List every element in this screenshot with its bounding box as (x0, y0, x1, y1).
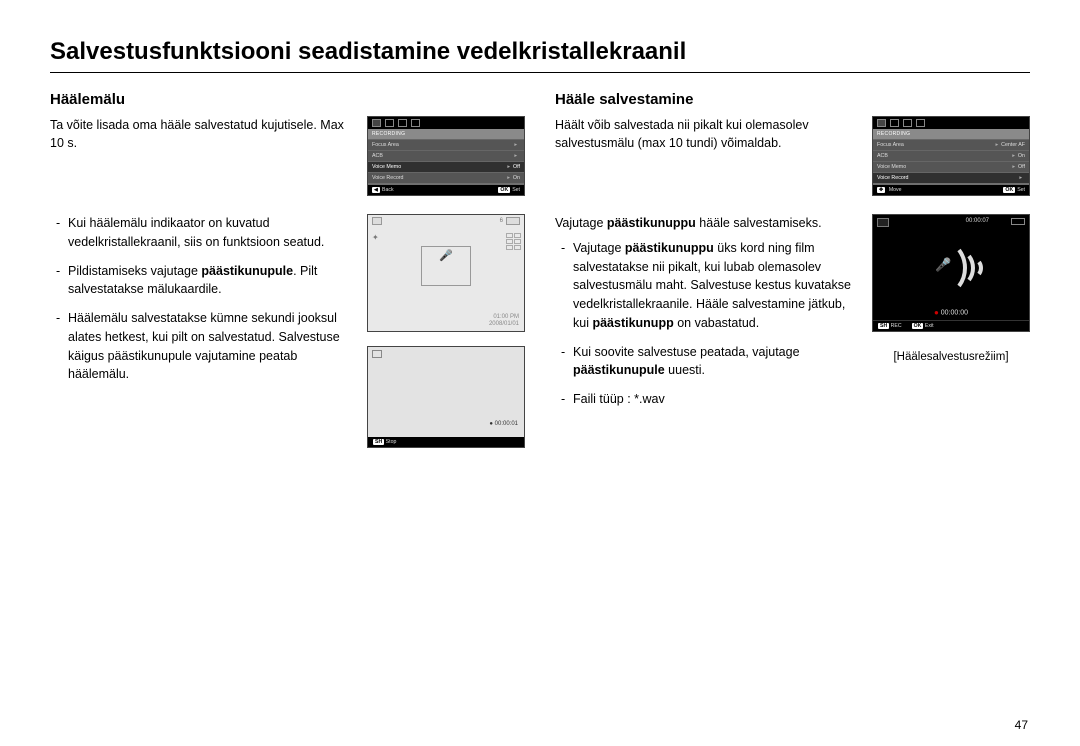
settings-icon (916, 119, 925, 127)
bullet-item: - Kui soovite salvestuse peatada, vajuta… (555, 343, 860, 381)
shutter-key-icon: SH (878, 323, 889, 329)
menu-header: RECORDING (368, 129, 524, 139)
exit-label: Exit (925, 323, 934, 329)
focus-frame (421, 246, 471, 286)
bullet-text: Häälemälu salvestatakse kümne sekundi jo… (68, 309, 355, 384)
left-body: - Kui häälemälu indikaator on kuvatud ve… (50, 214, 355, 448)
lcd-recording: ● 00:00:01 SH Stop (367, 346, 525, 448)
left-column: Häälemälu Ta võite lisada oma hääle salv… (50, 91, 525, 448)
sound-icon (385, 119, 394, 127)
battery-icon (1011, 218, 1025, 225)
menu-label: Voice Record (372, 175, 504, 181)
bullet-text: Vajutage päästikunuppu üks kord ning fil… (573, 239, 860, 333)
menu-label: Voice Record (877, 175, 1016, 181)
footer-ok: OKSet (498, 187, 520, 193)
lead-sentence: Vajutage päästikunuppu hääle salvestamis… (555, 214, 860, 233)
camera-icon (877, 119, 886, 127)
menu-value: Center AF (1001, 142, 1025, 148)
mode-icon (877, 218, 889, 227)
center-timer: ● 00:00:00 (873, 308, 1029, 317)
sound-icon (890, 119, 899, 127)
rec-label: REC (891, 323, 902, 329)
lcd-caption: [Häälesalvestusrežiim] (872, 351, 1030, 363)
display-icon (398, 119, 407, 127)
menu-row: Voice Memo▸Off (873, 161, 1029, 172)
footer-move: ✥ Move (877, 187, 902, 193)
ok-key-icon: OK (912, 323, 924, 329)
datetime-overlay: 01:00 PM 2008/01/01 (489, 314, 519, 328)
left-intro: Ta võite lisada oma hääle salvestatud ku… (50, 116, 355, 152)
menu-value: On (513, 175, 520, 181)
menu-row: Focus Area▸ (368, 139, 524, 150)
menu-value: Off (1018, 164, 1025, 170)
sound-wave-icon (955, 242, 1007, 294)
bullet-text: Kui häälemälu indikaator on kuvatud vede… (68, 214, 355, 252)
flash-icon: ✦ (372, 233, 379, 242)
menu-label: Focus Area (877, 142, 992, 148)
lcd-voice-record: 00:00:07 🎤 ● 00:00:00 (872, 214, 1030, 332)
bullet-text: Faili tüüp : *.wav (573, 390, 860, 409)
mode-icon (372, 350, 382, 358)
lcd-menu-right: RECORDING Focus Area▸Center AF ACB▸On Vo… (872, 116, 1030, 196)
bullet-item: - Kui häälemälu indikaator on kuvatud ve… (50, 214, 355, 252)
lcd-footer: SH Stop (368, 437, 524, 447)
menu-header: RECORDING (873, 129, 1029, 139)
settings-icon (411, 119, 420, 127)
shots-remaining: 6 (500, 218, 503, 224)
bullet-item: - Vajutage päästikunuppu üks kord ning f… (555, 239, 860, 333)
page-number: 47 (1015, 718, 1028, 732)
lcd-menu-left: RECORDING Focus Area▸ ACB▸ Voice Memo▸Of… (367, 116, 525, 196)
lcd-preview: 6 ✦ 🎤 01:00 PM 2008/01/01 (367, 214, 525, 332)
shutter-key-icon: SH (373, 439, 384, 445)
footer-ok: OKSet (1003, 187, 1025, 193)
two-column-layout: Häälemälu Ta võite lisada oma hääle salv… (50, 91, 1030, 448)
mode-icon (372, 217, 382, 225)
bullet-text: Kui soovite salvestuse peatada, vajutage… (573, 343, 860, 381)
menu-label: ACB (877, 153, 1009, 159)
bullet-text: Pildistamiseks vajutage päästikunupule. … (68, 262, 355, 300)
bullet-item: - Pildistamiseks vajutage päästikunupule… (50, 262, 355, 300)
lcd-footer: ✥ Move OKSet (873, 185, 1029, 195)
microphone-icon: 🎤 (935, 257, 951, 273)
footer-back: ◀Back (372, 187, 394, 193)
right-column: Hääle salvestamine Häält võib salvestada… (555, 91, 1030, 448)
menu-value: Off (513, 164, 520, 170)
menu-value: On (1018, 153, 1025, 159)
right-heading: Hääle salvestamine (555, 91, 1030, 108)
quality-grid-icon (506, 233, 521, 250)
right-body: Vajutage päästikunuppu hääle salvestamis… (555, 214, 860, 419)
left-heading: Häälemälu (50, 91, 525, 108)
menu-row: ACB▸On (873, 150, 1029, 161)
display-icon (903, 119, 912, 127)
menu-label: Voice Memo (877, 164, 1009, 170)
elapsed-timer: 00:00:07 (966, 218, 989, 224)
lcd-footer: ◀Back OKSet (368, 185, 524, 195)
lcd-topbar (368, 117, 524, 129)
page-title: Salvestusfunktsiooni seadistamine vedelk… (50, 38, 1030, 73)
stop-label: Stop (386, 439, 397, 445)
battery-icon (506, 217, 520, 225)
menu-row-selected: Voice Memo▸Off (368, 161, 524, 172)
camera-icon (372, 119, 381, 127)
menu-label: Voice Memo (372, 164, 504, 170)
menu-label: Focus Area (372, 142, 511, 148)
menu-row-selected: Voice Record▸ (873, 172, 1029, 183)
lcd-topbar (873, 117, 1029, 129)
menu-row: Voice Record▸On (368, 172, 524, 183)
menu-row: Focus Area▸Center AF (873, 139, 1029, 150)
rec-timer: ● 00:00:01 (489, 421, 518, 427)
menu-label: ACB (372, 153, 511, 159)
bullet-item: - Faili tüüp : *.wav (555, 390, 860, 409)
menu-row: ACB▸ (368, 150, 524, 161)
right-intro: Häält võib salvestada nii pikalt kui ole… (555, 116, 860, 152)
lcd-footer: SH REC OK Exit (873, 320, 1029, 331)
bullet-item: - Häälemälu salvestatakse kümne sekundi … (50, 309, 355, 384)
